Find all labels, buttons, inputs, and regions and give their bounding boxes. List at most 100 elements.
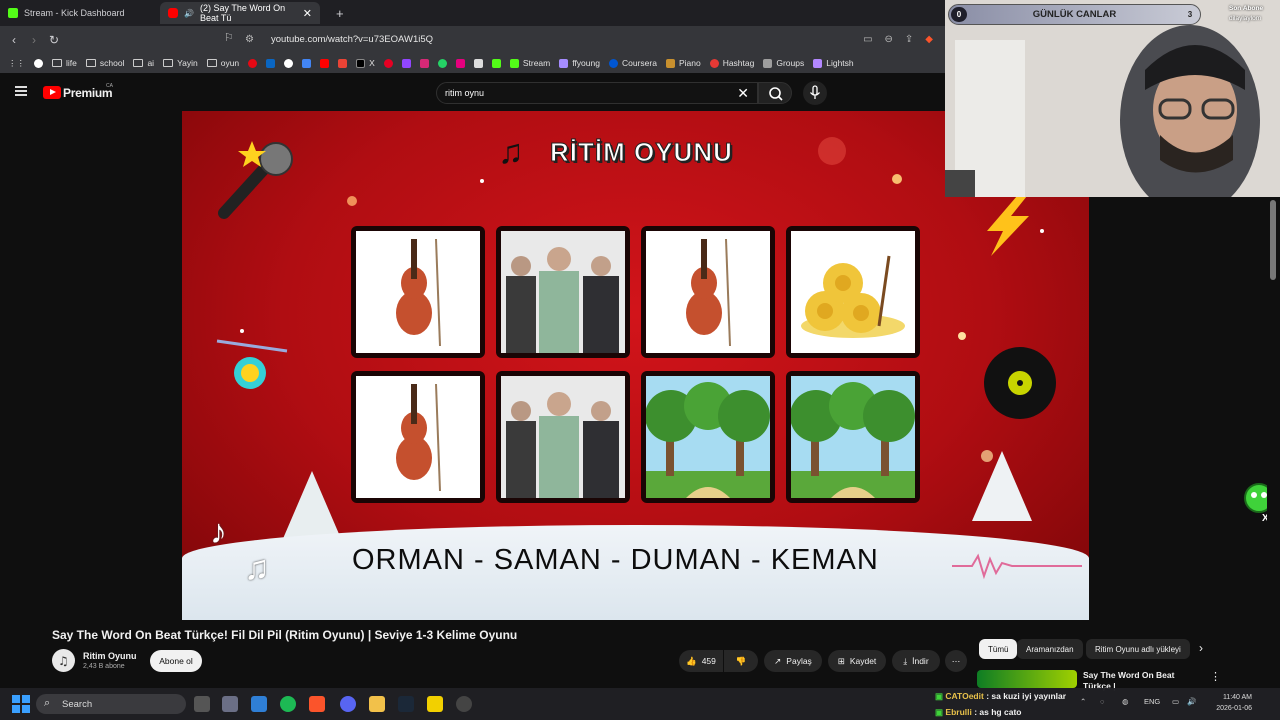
download-button[interactable]: ⤓ İndir xyxy=(892,650,940,672)
bookmark-translate[interactable] xyxy=(302,58,312,68)
hamburger-menu-icon[interactable] xyxy=(15,86,27,96)
steam-icon[interactable] xyxy=(398,696,414,712)
url-field[interactable]: ⚙ youtube.com/watch?v=u73EOAW1i5Q ▭ ⊖ ⇪ … xyxy=(245,30,945,49)
bookmark-amazon[interactable] xyxy=(473,58,483,68)
app-icon-photos[interactable] xyxy=(251,696,267,712)
zoom-icon[interactable]: ⊖ xyxy=(885,34,893,45)
new-tab-button[interactable]: + xyxy=(336,6,344,21)
warning-app-icon[interactable] xyxy=(427,696,443,712)
bookmark-folder-oyun[interactable]: oyun xyxy=(206,58,239,68)
video-title: Say The Word On Beat Türkçe! Fil Dil Pil… xyxy=(52,628,518,642)
region-code: CA xyxy=(106,83,113,89)
bookmark-linkedin[interactable] xyxy=(266,58,276,68)
more-actions-button[interactable]: ⋯ xyxy=(945,650,967,672)
chip-all[interactable]: Tümü xyxy=(979,639,1018,659)
side-video-more-icon[interactable]: ⋮ xyxy=(1210,670,1221,683)
search-button[interactable] xyxy=(758,82,792,104)
more-icon: ⋯ xyxy=(951,655,961,666)
card-forest xyxy=(641,371,775,503)
music-note-icon: ♫ xyxy=(58,654,69,668)
bookmark-instagram[interactable] xyxy=(419,58,429,68)
file-explorer-icon[interactable] xyxy=(369,696,385,712)
card-violin xyxy=(351,226,485,358)
apps-icon[interactable]: ⋮⋮ xyxy=(8,58,25,69)
windows-start-icon[interactable] xyxy=(12,695,30,713)
language-indicator[interactable]: ENG xyxy=(1144,697,1160,706)
scrollbar-thumb[interactable] xyxy=(1270,200,1276,280)
chevron-right-icon[interactable]: › xyxy=(1199,641,1203,655)
like-button[interactable]: 👍 459 xyxy=(679,650,723,672)
bookmark-kick[interactable] xyxy=(491,58,501,68)
bookmark-google[interactable] xyxy=(34,58,43,68)
taskbar-search[interactable]: ⌕ Search xyxy=(36,694,186,714)
rhythm-words: ORMAN - SAMAN - DUMAN - KEMAN xyxy=(352,544,879,576)
last-subscriber-name: dilaylaylom xyxy=(1229,15,1262,22)
app-icon-notepad[interactable] xyxy=(222,696,238,712)
taskbar-clock[interactable]: 11:40 AM 2026-01-06 xyxy=(1208,692,1252,714)
browser-tabbar: Stream - Kick Dashboard 🔊 (2) Say The Wo… xyxy=(0,0,945,26)
bookmark-whatsapp[interactable] xyxy=(437,58,447,68)
chip-uploader[interactable]: Ritim Oyunu adlı yükleyi xyxy=(1086,639,1190,659)
bookmark-netflix[interactable] xyxy=(248,58,258,68)
spotify-icon[interactable] xyxy=(280,696,296,712)
tray-app-icon[interactable]: ◌ xyxy=(1100,697,1104,706)
tray-app-icon[interactable]: ◍ xyxy=(1122,697,1129,706)
brave-shield-icon[interactable]: ◆ xyxy=(925,34,933,45)
bookmark-hashtag[interactable]: Hashtag xyxy=(709,58,754,68)
folder-icon xyxy=(52,59,62,67)
reload-icon[interactable]: ↻ xyxy=(44,33,64,47)
bookmark-twitch[interactable] xyxy=(401,58,411,68)
close-tab-icon[interactable]: ✕ xyxy=(303,7,312,20)
network-icon[interactable]: ▭ xyxy=(1172,697,1179,706)
forward-icon[interactable]: › xyxy=(24,33,44,47)
back-icon[interactable]: ‹ xyxy=(4,33,24,47)
save-button[interactable]: ⊞ Kaydet xyxy=(828,650,886,672)
card-forest xyxy=(786,371,920,503)
side-video-thumbnail[interactable] xyxy=(977,670,1077,688)
card-hay xyxy=(786,226,920,358)
bookmark-icon[interactable]: ⚐ xyxy=(224,31,234,44)
bookmark-folder-life[interactable]: life xyxy=(52,58,77,68)
bookmark-stream[interactable]: Stream xyxy=(509,58,550,68)
subscribe-button[interactable]: Abone ol xyxy=(150,650,202,672)
bookmark-folder-yayin[interactable]: Yayin xyxy=(163,58,198,68)
share-icon[interactable]: ⇪ xyxy=(905,34,913,45)
bookmark-piano[interactable]: Piano xyxy=(665,58,701,68)
bookmark-ffyoung[interactable]: ffyoung xyxy=(559,58,600,68)
discord-icon[interactable] xyxy=(340,696,356,712)
bookmark-gmail[interactable] xyxy=(338,58,348,68)
tab-youtube[interactable]: 🔊 (2) Say The Word On Beat Tü ✕ xyxy=(160,2,320,24)
bookmark-groups[interactable]: Groups xyxy=(763,58,804,68)
streamer-webcam-feed xyxy=(945,0,1280,197)
clock-date: 2026-01-06 xyxy=(1216,705,1252,712)
site-info-icon[interactable]: ⚙ xyxy=(245,34,259,45)
bookmark-folder-school[interactable]: school xyxy=(85,58,124,68)
channel-avatar[interactable]: ♫ xyxy=(52,649,75,672)
voice-search-button[interactable] xyxy=(803,81,827,105)
search-input[interactable] xyxy=(445,83,715,103)
channel-name[interactable]: Ritim Oyunu xyxy=(83,651,137,661)
dislike-button[interactable]: 👎 xyxy=(724,650,758,672)
bookmark-coursera[interactable]: Coursera xyxy=(608,58,657,68)
bookmark-youtube[interactable] xyxy=(320,58,330,68)
clear-search-icon[interactable]: ✕ xyxy=(737,85,749,102)
bookmark-x[interactable]: X xyxy=(356,58,375,68)
volume-icon[interactable]: 🔊 xyxy=(1187,697,1196,706)
settings-icon[interactable] xyxy=(456,696,472,712)
bookmark-lightshot[interactable]: Lightsh xyxy=(813,58,854,68)
bookmark-tumblr[interactable] xyxy=(455,58,465,68)
tab-kick-dashboard[interactable]: Stream - Kick Dashboard xyxy=(0,2,160,24)
cast-icon[interactable]: ▭ xyxy=(863,34,872,45)
chip-from-search[interactable]: Aramanızdan xyxy=(1017,639,1083,659)
chevron-up-icon[interactable]: ⌃ xyxy=(1080,697,1086,706)
share-button[interactable]: ↗ Paylaş xyxy=(764,650,822,672)
bookmark-google-2[interactable] xyxy=(284,58,294,68)
chat-message: ▣ Ebrulli : as hg cato xyxy=(935,704,1066,720)
card-violin xyxy=(641,226,775,358)
task-view-icon[interactable] xyxy=(194,696,210,712)
youtube-premium-logo[interactable]: Premium xyxy=(63,86,113,100)
brave-icon[interactable] xyxy=(309,696,325,712)
bookmark-folder-ai[interactable]: ai xyxy=(133,58,154,68)
youtube-logo-icon[interactable] xyxy=(43,86,61,99)
bookmark-pinterest[interactable] xyxy=(383,58,393,68)
